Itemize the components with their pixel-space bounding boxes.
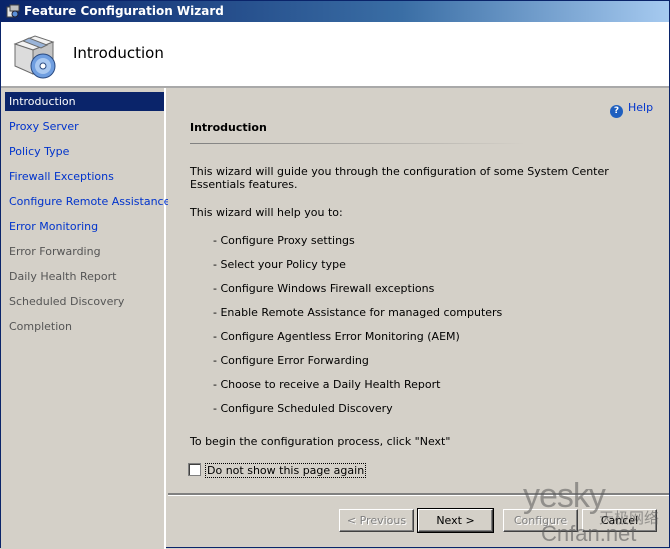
step-completion: Completion [9,320,73,333]
help-label: Help [628,101,654,114]
wizard-steps-sidebar: Introduction Proxy Server Policy Type Fi… [1,88,170,549]
step-daily-health-report: Daily Health Report [9,270,117,283]
bullet-firewall: - Configure Windows Firewall exceptions [213,282,435,295]
wizard-window: Feature Configuration Wizard Introductio… [0,0,670,549]
bullet-health-report: - Choose to receive a Daily Health Repor… [213,378,441,391]
bullet-remote-assistance: - Enable Remote Assistance for managed c… [213,306,503,319]
wizard-app-icon [6,4,20,18]
bullet-error-forwarding: - Configure Error Forwarding [213,354,369,367]
dont-show-again-label[interactable]: Do not show this page again [204,463,367,478]
help-icon: ? [610,105,623,118]
wizard-header: Introduction [1,22,669,88]
bullet-scheduled-discovery: - Configure Scheduled Discovery [213,402,393,415]
window-title: Feature Configuration Wizard [24,4,224,18]
page-title: Introduction [73,44,164,62]
step-error-forwarding: Error Forwarding [9,245,101,258]
title-bar[interactable]: Feature Configuration Wizard [1,1,669,22]
previous-button[interactable]: < Previous [339,509,414,532]
step-error-monitoring[interactable]: Error Monitoring [5,217,164,236]
wizard-content: ? Help Introduction This wizard will guid… [168,88,669,493]
help-link[interactable]: ? Help [610,101,653,118]
step-firewall-exceptions[interactable]: Firewall Exceptions [5,167,164,186]
bullet-proxy: - Configure Proxy settings [213,234,355,247]
step-policy-type[interactable]: Policy Type [5,142,164,161]
box-disc-icon [13,35,56,79]
dont-show-again-option[interactable]: Do not show this page again [188,463,367,478]
cancel-button[interactable]: Cancel [582,509,657,532]
intro-paragraph: This wizard will guide you through the c… [190,165,609,191]
footer-divider [168,493,669,496]
bullet-aem: - Configure Agentless Error Monitoring (… [213,330,460,343]
section-divider [190,143,525,144]
next-button[interactable]: Next > [417,508,494,533]
step-configure-remote-assistance[interactable]: Configure Remote Assistance [5,192,170,211]
section-title: Introduction [190,121,267,134]
begin-instruction: To begin the configuration process, clic… [190,435,451,448]
step-scheduled-discovery: Scheduled Discovery [9,295,125,308]
dont-show-again-checkbox[interactable] [188,463,201,476]
step-proxy-server[interactable]: Proxy Server [5,117,164,136]
configure-button[interactable]: Configure [503,509,578,532]
step-introduction[interactable]: Introduction [5,92,164,111]
bullet-policy: - Select your Policy type [213,258,346,271]
list-intro: This wizard will help you to: [190,206,343,219]
